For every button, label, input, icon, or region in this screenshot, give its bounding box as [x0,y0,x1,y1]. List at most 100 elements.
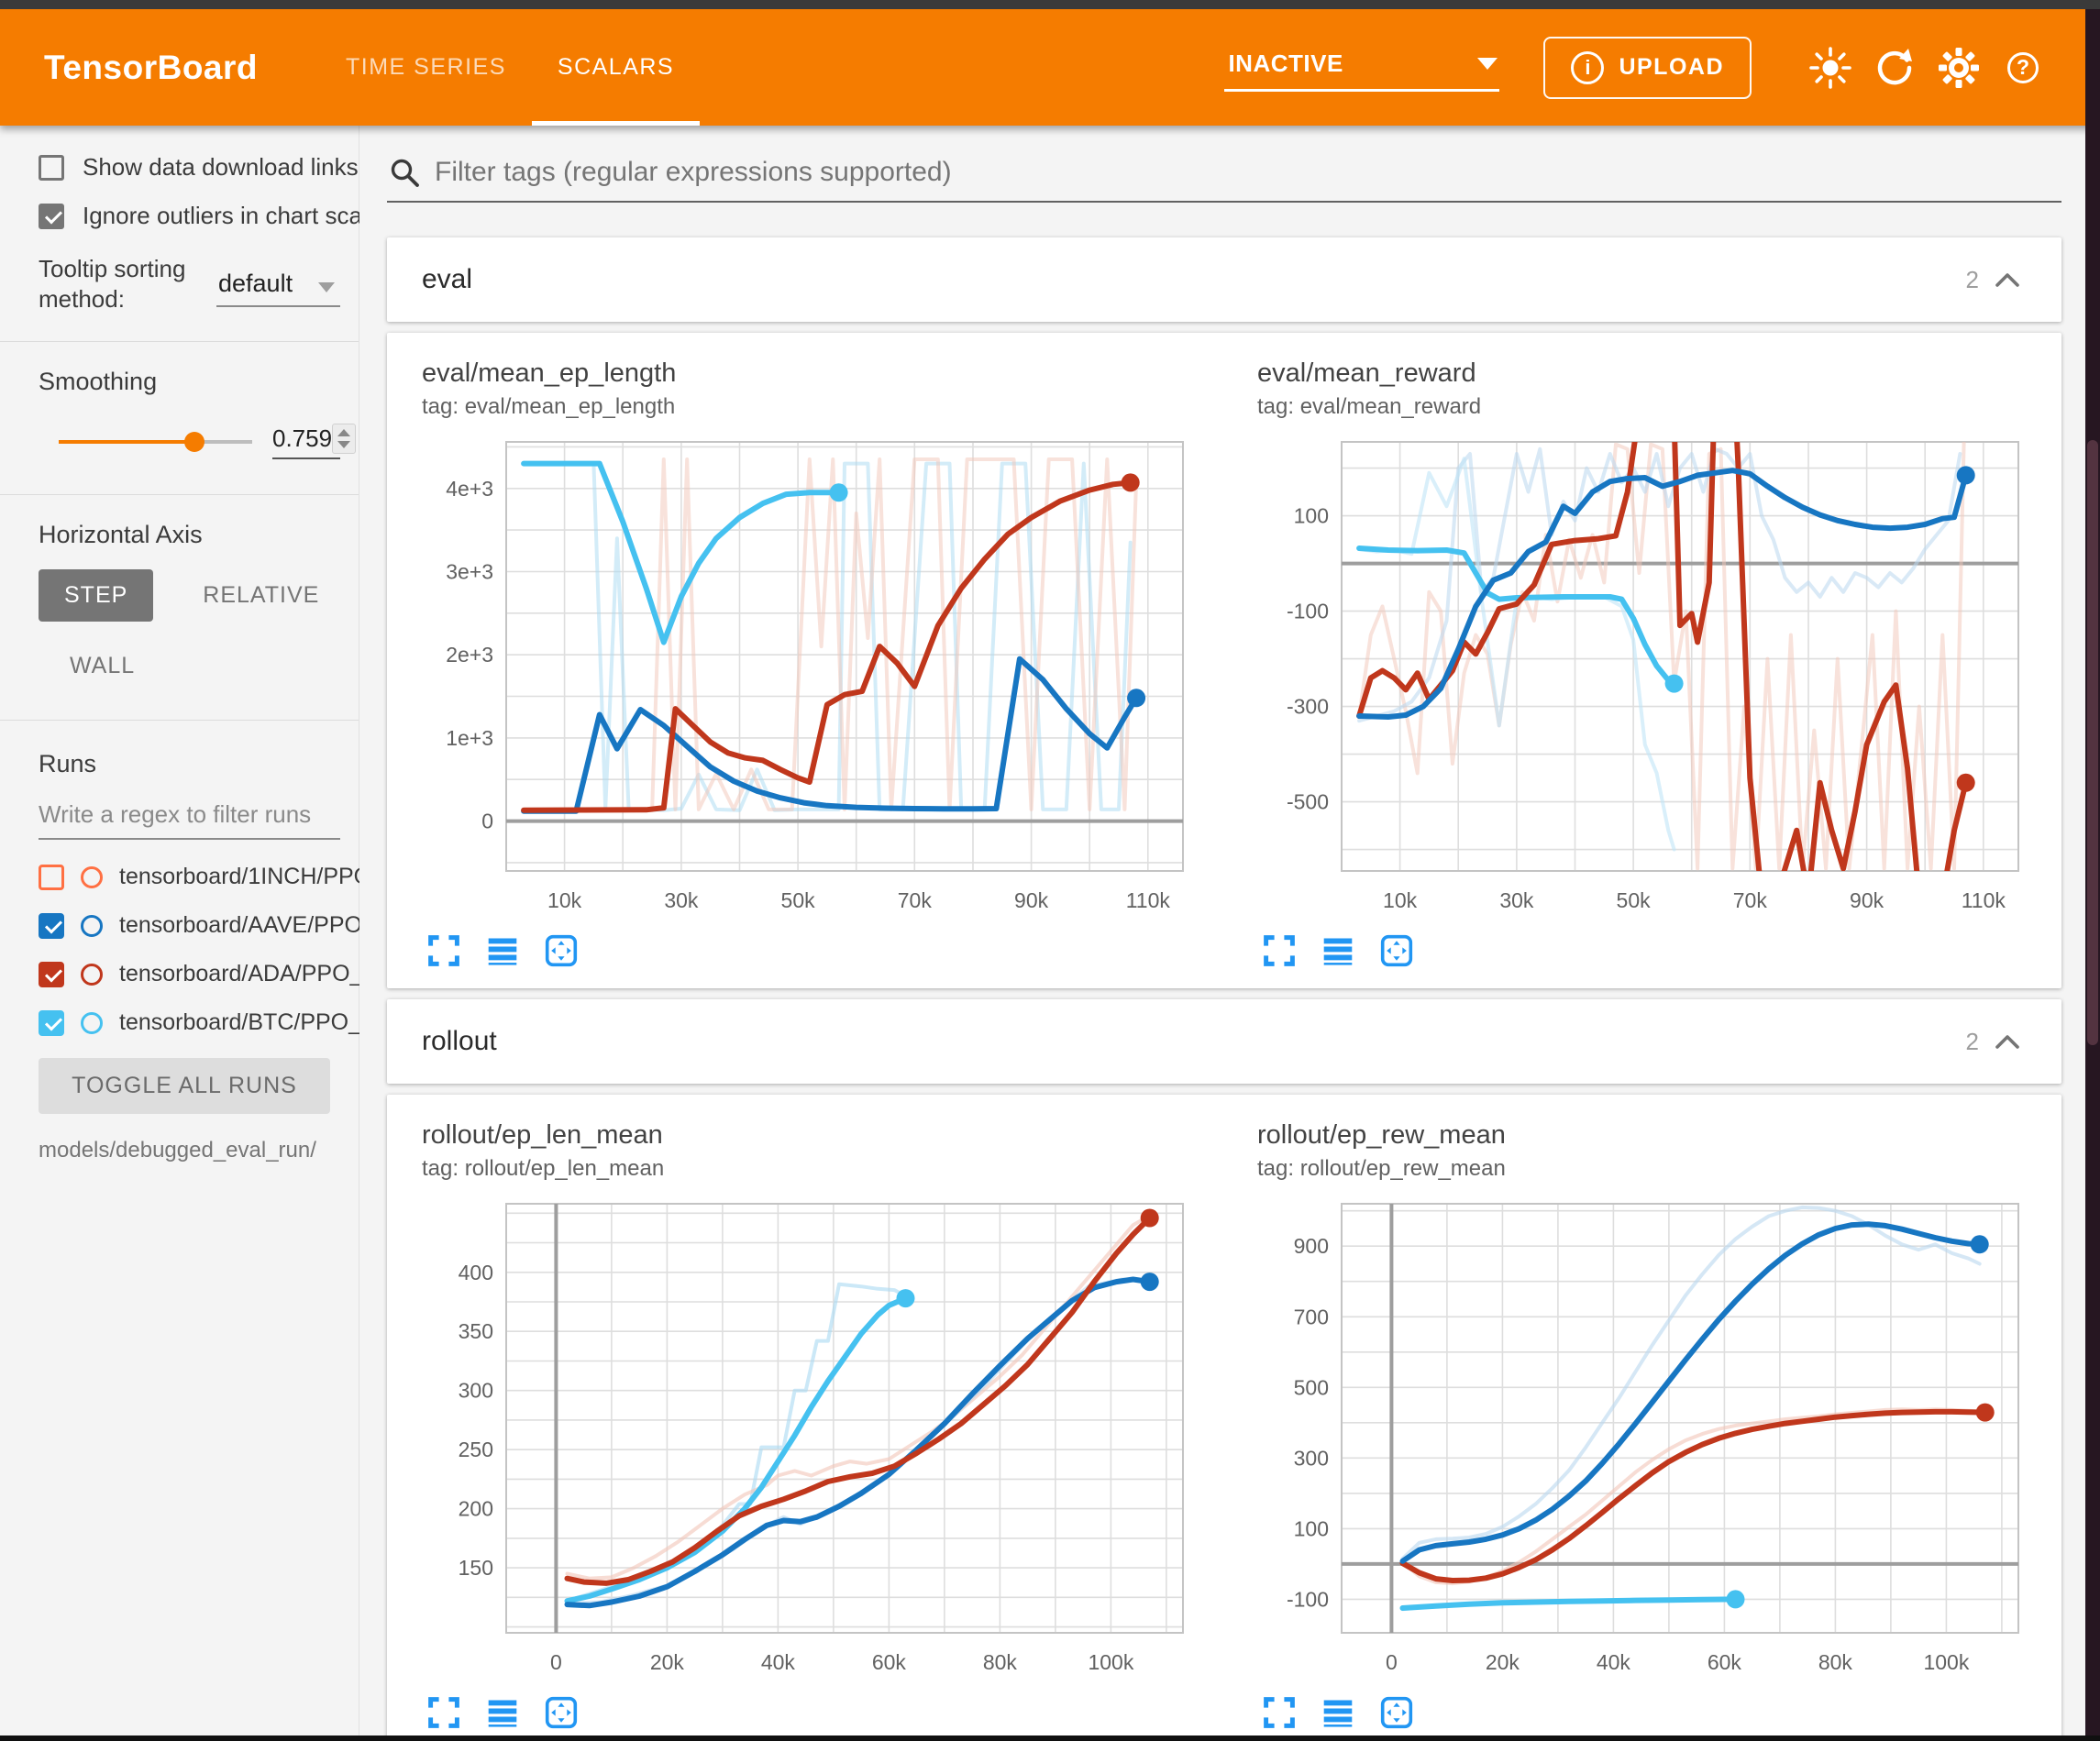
show-download-links-checkbox[interactable]: Show data download links [39,153,340,182]
brightness-toggle-button[interactable] [1805,42,1856,94]
svg-text:-100: -100 [1287,600,1329,623]
chart-tag: tag: rollout/ep_rew_mean [1257,1156,2052,1182]
svg-text:0: 0 [1386,1650,1398,1674]
refresh-button[interactable] [1869,42,1920,94]
toggle-y-axis-button[interactable] [486,1696,519,1734]
section-header-rollout[interactable]: rollout 2 [387,999,2061,1084]
info-icon: i [1571,51,1604,84]
chart-title: eval/mean_reward [1257,358,2052,389]
smoothing-value: 0.759 [272,424,332,453]
svg-text:100: 100 [1294,504,1329,528]
svg-text:110k: 110k [1962,888,2006,912]
section-header-eval[interactable]: eval 2 [387,237,2061,322]
smoothing-slider[interactable] [59,440,252,444]
run-row-aave[interactable]: tensorboard/AAVE/PPO_1 [39,912,340,939]
line-chart[interactable]: 020k40k60k80k100k900700500300100-100 [1257,1191,2052,1691]
slider-fill [59,440,194,444]
tab-scalars[interactable]: SCALARS [532,9,700,126]
stepper-down-icon[interactable] [337,441,350,448]
ignore-outliers-checkbox[interactable]: Ignore outliers in chart scaling [39,202,340,230]
chevron-up-icon[interactable] [1994,1032,2021,1051]
chevron-up-icon[interactable] [1994,270,2021,289]
svg-text:300: 300 [1294,1446,1329,1470]
line-chart[interactable]: 10k30k50k70k90k110k01e+32e+33e+34e+3 [422,429,1217,929]
fit-domain-button[interactable] [545,934,578,972]
toggle-y-axis-button[interactable] [1321,934,1354,972]
chart-tile-ep-rew-mean: rollout/ep_rew_mean tag: rollout/ep_rew_… [1257,1120,2052,1735]
app-title: TensorBoard [44,49,258,87]
svg-text:100: 100 [1294,1516,1329,1540]
tag-filter-field [387,153,2061,203]
upload-button[interactable]: i UPLOAD [1543,37,1752,99]
chart-tile-ep-len-mean: rollout/ep_len_mean tag: rollout/ep_len_… [422,1120,1217,1735]
scrollbar-thumb[interactable] [2087,440,2098,1045]
scrollbar-track[interactable] [2085,9,2100,1735]
svg-text:50k: 50k [1617,888,1652,912]
runs-filter-input[interactable] [39,797,340,838]
fit-domain-button[interactable] [545,1696,578,1734]
checkbox-icon[interactable] [39,204,64,229]
svg-text:100k: 100k [1088,1650,1133,1674]
svg-text:100k: 100k [1923,1650,1969,1674]
svg-text:200: 200 [459,1497,493,1521]
toggle-y-axis-button[interactable] [1321,1696,1354,1734]
status-dropdown[interactable]: INACTIVE [1224,44,1499,92]
svg-text:150: 150 [459,1556,493,1580]
run-row-ada[interactable]: tensorboard/ADA/PPO_1 [39,961,340,987]
help-icon: ? [2007,52,2039,83]
svg-text:3e+3: 3e+3 [446,560,493,584]
svg-text:70k: 70k [898,888,933,912]
checkbox-icon[interactable] [39,155,64,181]
run-row-btc[interactable]: tensorboard/BTC/PPO_1 [39,1009,340,1036]
line-chart[interactable]: 020k40k60k80k100k150200250300350400 [422,1191,1217,1691]
svg-text:10k: 10k [1383,888,1418,912]
gear-icon [1937,46,1981,90]
expand-chart-button[interactable] [1263,1696,1296,1734]
svg-text:20k: 20k [1486,1650,1520,1674]
fit-domain-button[interactable] [1380,934,1413,972]
tab-time-series[interactable]: TIME SERIES [320,9,532,126]
svg-text:400: 400 [459,1261,493,1284]
chart-tag: tag: eval/mean_ep_length [422,394,1217,420]
tag-filter-input[interactable] [435,157,2058,188]
svg-text:60k: 60k [872,1650,907,1674]
toggle-all-runs-button[interactable]: TOGGLE ALL RUNS [39,1058,330,1114]
chevron-down-icon [1477,58,1498,70]
slider-thumb[interactable] [184,432,204,452]
line-chart[interactable]: 10k30k50k70k90k110k100-100-300-500 [1257,429,2052,929]
axis-option-wall[interactable]: WALL [44,640,160,692]
svg-text:80k: 80k [983,1650,1018,1674]
expand-chart-button[interactable] [1263,934,1296,972]
chart-tile-mean-ep-length: eval/mean_ep_length tag: eval/mean_ep_le… [422,358,1217,975]
run-checkbox[interactable] [39,1010,64,1036]
stepper-up-icon[interactable] [337,429,350,436]
expand-chart-button[interactable] [427,1696,460,1734]
svg-text:80k: 80k [1818,1650,1853,1674]
app-header: TensorBoard TIME SERIES SCALARS INACTIVE… [0,9,2100,126]
svg-text:40k: 40k [761,1650,796,1674]
axis-option-relative[interactable]: RELATIVE [177,569,345,622]
settings-sidebar: Show data download links Ignore outliers… [0,126,359,1735]
browser-top-edge [0,0,2100,9]
smoothing-value-box[interactable]: 0.759 [272,424,340,459]
expand-chart-button[interactable] [427,934,460,972]
svg-text:70k: 70k [1733,888,1768,912]
search-icon [389,157,420,188]
run-name: tensorboard/1INCH/PPO_1 [119,864,397,890]
chart-title: eval/mean_ep_length [422,358,1217,389]
chart-tag: tag: rollout/ep_len_mean [422,1156,1217,1182]
run-checkbox[interactable] [39,865,64,890]
chevron-down-icon [318,282,335,292]
toggle-y-axis-button[interactable] [486,934,519,972]
run-checkbox[interactable] [39,962,64,987]
settings-button[interactable] [1933,42,1984,94]
svg-text:30k: 30k [664,888,699,912]
help-button[interactable]: ? [1997,42,2049,94]
fit-domain-button[interactable] [1380,1696,1413,1734]
number-stepper[interactable] [332,424,356,454]
tooltip-sorting-dropdown[interactable]: default [216,254,340,307]
run-checkbox[interactable] [39,913,64,939]
svg-text:350: 350 [459,1319,493,1343]
run-row-1inch[interactable]: tensorboard/1INCH/PPO_1 [39,864,340,890]
axis-option-step[interactable]: STEP [39,569,153,622]
